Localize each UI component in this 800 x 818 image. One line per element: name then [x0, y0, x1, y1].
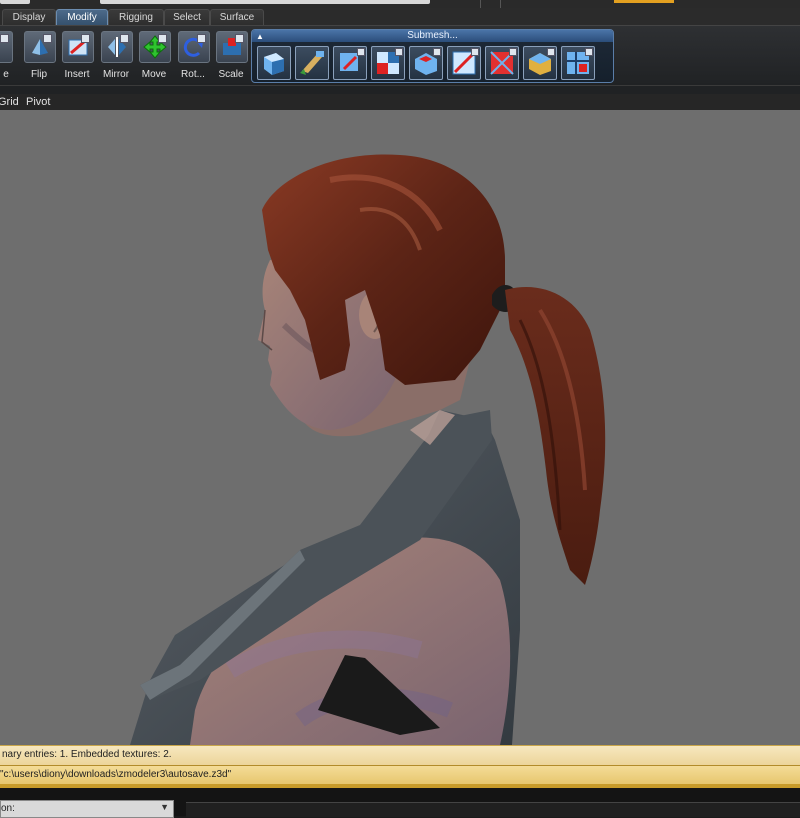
tab-modify[interactable]: Modify — [56, 9, 108, 25]
status-bar-file: "c:\users\diony\downloads\zmodeler3\auto… — [0, 765, 800, 785]
bottom-dropdown[interactable]: on: ▼ — [0, 800, 174, 818]
timeline-track[interactable] — [186, 802, 800, 817]
submesh-texture-button[interactable] — [523, 46, 557, 80]
submesh-group: ▲ Submesh... — [251, 29, 614, 83]
submesh-flip-button[interactable] — [485, 46, 519, 80]
collapse-arrow-icon[interactable]: ▲ — [256, 31, 264, 43]
submesh-header[interactable]: ▲ Submesh... — [252, 30, 613, 42]
move-icon — [139, 31, 171, 63]
tool-icon — [0, 31, 13, 63]
divider — [480, 0, 481, 8]
scale-icon — [216, 31, 248, 63]
cube-icon — [264, 53, 284, 75]
status-text-info: nary entries: 1. Embedded textures: 2. — [2, 749, 172, 760]
flip-button[interactable]: Flip — [21, 29, 57, 83]
submesh-cube-button[interactable] — [257, 46, 291, 80]
submesh-title: Submesh... — [407, 30, 458, 41]
tab-select[interactable]: Select — [164, 9, 210, 25]
divider — [500, 0, 501, 8]
menu-pivot[interactable]: Pivot — [26, 96, 50, 108]
insert-icon — [62, 31, 94, 63]
submesh-brush-button[interactable] — [295, 46, 329, 80]
flip-icon — [24, 31, 56, 63]
mirror-button[interactable]: Mirror — [98, 29, 134, 83]
submesh-detach-button[interactable] — [333, 46, 367, 80]
submesh-cut-button[interactable] — [447, 46, 481, 80]
ribbon-tabs: Display Modify Rigging Select Surface — [0, 8, 800, 25]
brush-icon — [300, 51, 324, 75]
rotate-icon — [178, 31, 210, 63]
submesh-split-button[interactable] — [371, 46, 405, 80]
character-model — [130, 154, 606, 745]
scale-button[interactable]: Scale — [213, 29, 249, 83]
dropdown-value: on: — [1, 803, 15, 814]
submesh-uv-button[interactable] — [561, 46, 595, 80]
top-field[interactable] — [100, 0, 430, 4]
tool-button-partial[interactable]: e — [0, 29, 14, 83]
bottom-panel: on: ▼ — [0, 788, 800, 818]
status-text-file: "c:\users\diony\downloads\zmodeler3\auto… — [0, 769, 232, 780]
tab-rigging[interactable]: Rigging — [108, 9, 164, 25]
move-button[interactable]: Move — [136, 29, 172, 83]
viewport-menubar: Grid Pivot — [0, 94, 800, 110]
ribbon-panel: e Flip Insert Mirror Move Rot... Scale ▲… — [0, 25, 800, 86]
menu-grid[interactable]: Grid — [0, 96, 19, 108]
submesh-extrude-button[interactable] — [409, 46, 443, 80]
mirror-icon — [101, 31, 133, 63]
3d-viewport[interactable] — [0, 110, 800, 745]
status-bar-info: nary entries: 1. Embedded textures: 2. — [0, 745, 800, 765]
scale-label: Scale — [218, 69, 244, 80]
rotate-button[interactable]: Rot... — [175, 29, 211, 83]
tab-surface[interactable]: Surface — [210, 9, 264, 25]
chevron-down-icon[interactable]: ▼ — [160, 802, 169, 812]
top-field[interactable] — [0, 0, 30, 4]
tab-display[interactable]: Display — [2, 9, 56, 25]
insert-button[interactable]: Insert — [59, 29, 95, 83]
top-toolbar-strip — [0, 0, 800, 8]
progress-indicator — [614, 0, 674, 3]
